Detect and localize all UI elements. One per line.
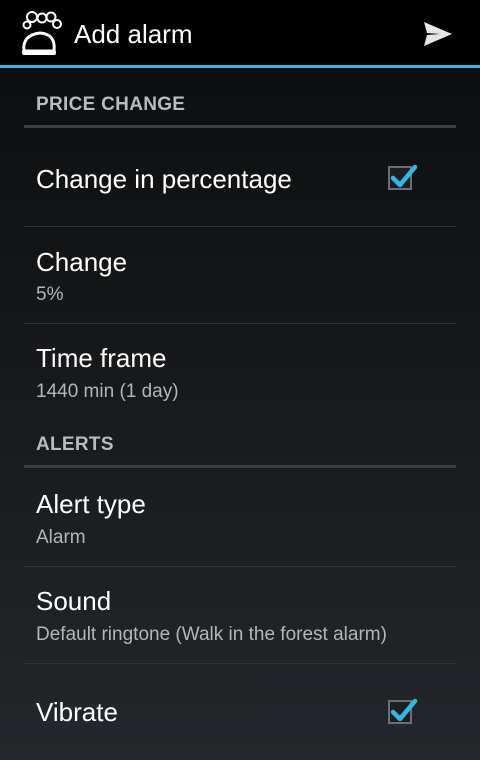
pref-title: Sound xyxy=(36,586,112,616)
checkmark-icon xyxy=(390,164,418,188)
pref-title: Change in percentage xyxy=(36,164,292,194)
pref-summary: Default ringtone (Walk in the forest ala… xyxy=(36,624,387,645)
pref-change[interactable]: Change 5% xyxy=(24,227,456,324)
alarm-bells-icon[interactable] xyxy=(18,9,62,57)
pref-summary: 5% xyxy=(36,284,64,305)
pref-title: Alert type xyxy=(36,489,146,519)
pref-vibrate[interactable]: Vibrate xyxy=(24,664,456,760)
pref-summary: Alarm xyxy=(36,527,86,548)
checkmark-icon xyxy=(390,698,418,722)
pref-time-frame[interactable]: Time frame 1440 min (1 day) xyxy=(24,324,456,424)
pref-summary: 1440 min (1 day) xyxy=(36,381,179,402)
section-header-alerts: ALERTS xyxy=(24,434,456,468)
pref-title: Time frame xyxy=(36,343,167,373)
section-header-label: ALERTS xyxy=(36,434,114,455)
pref-title: Change xyxy=(36,247,128,277)
send-icon xyxy=(424,22,452,46)
page-title: Add alarm xyxy=(74,19,193,49)
action-bar: Add alarm xyxy=(0,0,480,68)
change-in-percentage-checkbox[interactable] xyxy=(388,164,418,190)
pref-title: Vibrate xyxy=(36,697,118,727)
pref-alert-type[interactable]: Alert type Alarm xyxy=(24,469,456,567)
section-header-label: PRICE CHANGE xyxy=(36,94,186,115)
vibrate-checkbox[interactable] xyxy=(388,698,418,724)
section-header-price-change: PRICE CHANGE xyxy=(24,94,456,128)
pref-sound[interactable]: Sound Default ringtone (Walk in the fore… xyxy=(24,567,456,664)
pref-change-in-percentage[interactable]: Change in percentage xyxy=(24,130,456,227)
send-button[interactable] xyxy=(414,12,462,56)
